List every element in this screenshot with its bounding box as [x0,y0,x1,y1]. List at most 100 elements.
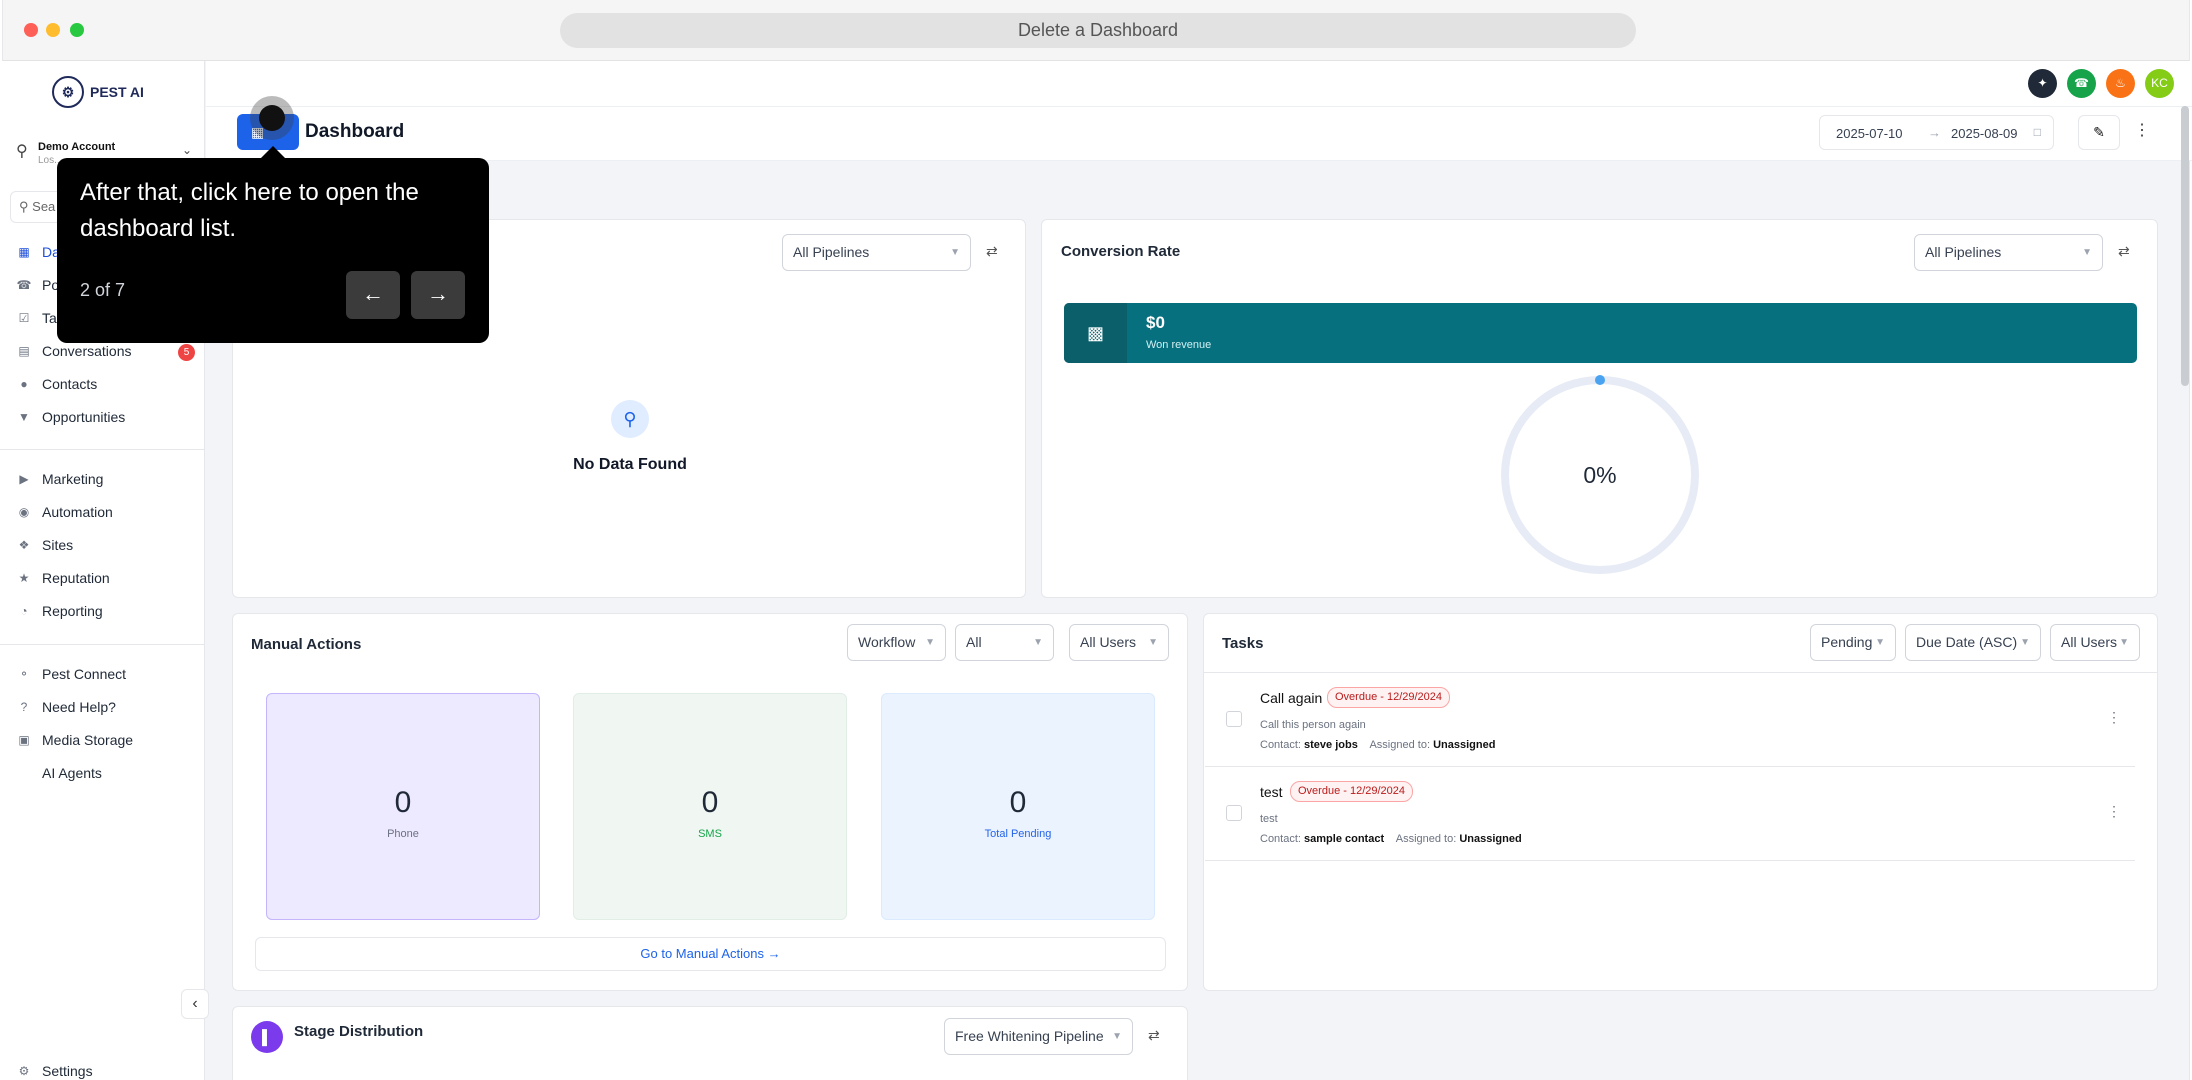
stat-label: SMS [698,828,722,840]
card-title: Stage Distribution [294,1023,424,1040]
select-value: Workflow [858,634,916,650]
task-row[interactable]: Call again Overdue - 12/29/2024 Call thi… [1205,673,2135,767]
tooltip-next-button[interactable]: → [411,271,465,319]
sidebar-item-settings[interactable]: ⚙ Settings [16,1063,93,1079]
user-avatar[interactable]: KC [2145,69,2174,98]
task-more-icon[interactable]: ⋮ [2107,803,2121,820]
conversion-pipeline-select[interactable]: All Pipelines ▼ [1914,234,2103,271]
sidebar-item-reputation[interactable]: ★ Reputation [16,570,110,586]
total-pending-stat-box[interactable]: 0 Total Pending [881,693,1155,920]
sidebar-item-label: Automation [42,504,113,520]
contact-label: Contact: [1260,739,1301,751]
page-scrollbar[interactable] [2181,106,2189,386]
users-select[interactable]: All Users ▼ [1069,624,1169,661]
title-bar: Delete a Dashboard [3,0,2189,61]
app-logo[interactable]: ⚙ PEST AI [52,76,144,108]
status-select[interactable]: All ▼ [955,624,1054,661]
date-range-picker[interactable]: 2025-07-10 → 2025-08-09 □ [1819,115,2054,150]
sms-stat-box[interactable]: 0 SMS [573,693,847,920]
select-value: All Users [2061,634,2118,650]
sidebar-item-sites[interactable]: ❖ Sites [16,537,74,553]
sidebar-item-opportunities[interactable]: ▼ Opportunities [16,409,125,425]
sidebar-item-tasks[interactable]: ☑ Ta [16,310,57,326]
filter-settings-icon[interactable]: ⇄ [2118,243,2130,260]
task-meta: Contact: steve jobs Assigned to: Unassig… [1260,739,1495,751]
stage-distribution-icon: ▌ [251,1021,283,1053]
filter-settings-icon[interactable]: ⇄ [986,243,998,260]
filter-settings-icon[interactable]: ⇄ [1148,1027,1160,1044]
pipeline-select[interactable]: All Pipelines ▼ [782,234,971,271]
go-to-manual-actions-link[interactable]: Go to Manual Actions → [255,937,1166,971]
donut-progress-dot [1595,375,1605,385]
overdue-badge: Overdue - 12/29/2024 [1290,781,1414,802]
sidebar-item-conversations[interactable]: ▤ Conversations [16,343,131,359]
wallet-icon: ▩ [1064,303,1127,363]
ai-agents-icon [16,765,32,781]
bell-icon[interactable]: ♨ [2106,69,2135,98]
chevron-down-icon: ▼ [1112,1031,1122,1042]
chevron-down-icon: ▼ [925,637,935,648]
overdue-badge: Overdue - 12/29/2024 [1327,687,1451,708]
collapse-sidebar-button[interactable]: ‹ [181,989,209,1019]
select-value: Due Date (ASC) [1916,634,2018,650]
close-window-button[interactable] [24,23,38,37]
star-icon: ★ [18,571,30,585]
task-sort-select[interactable]: Due Date (ASC) ▼ [1905,624,2041,661]
card-title: Tasks [1222,635,1264,652]
select-value: Free Whitening Pipeline [955,1028,1104,1044]
sidebar-item-label: AI Agents [42,765,102,781]
chevron-down-icon: ▼ [1148,637,1158,648]
location-pin-icon: ⚲ [16,143,28,160]
sidebar-item-pest-connect[interactable]: ⚬ Pest Connect [16,666,126,682]
card-title: Manual Actions [251,636,362,653]
stat-value: 0 [394,786,412,819]
sidebar-item-label: Opportunities [42,409,126,425]
sidebar-item-media-storage[interactable]: ▣ Media Storage [16,732,133,748]
stat-value: 0 [1009,786,1027,819]
more-options-icon[interactable]: ⋮ [2134,120,2150,140]
image-icon: ▣ [18,733,30,747]
workflow-select[interactable]: Workflow ▼ [847,624,946,661]
sidebar-item-marketing[interactable]: ▶ Marketing [16,471,103,487]
address-bar[interactable]: Delete a Dashboard [560,13,1636,48]
tooltip-prev-button[interactable]: ← [346,271,400,319]
stage-pipeline-select[interactable]: Free Whitening Pipeline ▼ [944,1018,1133,1055]
chevron-down-icon: ⌄ [181,143,192,157]
task-more-icon[interactable]: ⋮ [2107,709,2121,726]
sidebar-item-automation[interactable]: ◉ Automation [16,504,113,520]
sidebar-item-reporting[interactable]: ◔ Reporting [16,603,102,619]
maximize-window-button[interactable] [70,23,84,37]
arrow-right-icon: → [427,281,449,306]
task-icon: ☑ [18,311,30,325]
logo-text: PEST AI [90,84,144,100]
phone-stat-box[interactable]: 0 Phone [266,693,540,920]
task-users-select[interactable]: All Users ▼ [2050,624,2140,661]
stat-value: 0 [701,786,719,819]
chevron-down-icon: ▼ [2119,637,2129,648]
sidebar-item-need-help[interactable]: ? Need Help? [16,699,116,715]
chevron-down-icon: ▼ [2082,247,2092,258]
magic-wand-icon[interactable]: ✦ [2028,69,2057,98]
phone-call-icon[interactable]: ☎ [2067,69,2096,98]
help-icon: ? [20,700,28,714]
task-checkbox[interactable] [1226,805,1242,821]
sidebar-item-contacts[interactable]: ● Contacts [16,376,97,392]
minimize-window-button[interactable] [46,23,60,37]
task-row[interactable]: test Overdue - 12/29/2024 test Contact: … [1205,767,2135,861]
top-bar [206,61,2192,106]
edit-dashboard-button[interactable]: ✎ [2078,115,2120,150]
highlight-pulse-dot [259,105,285,131]
sidebar-item-label: Need Help? [42,699,116,715]
sidebar-item-phone[interactable]: ☎ Po [16,277,60,293]
sidebar-item-dashboard[interactable]: ▦ Da [16,244,60,260]
sidebar-divider [0,644,205,645]
search-placeholder: Sea [32,199,56,214]
sidebar-item-label: Ta [42,310,57,326]
conversations-count-badge: 5 [178,344,195,361]
task-checkbox[interactable] [1226,711,1242,727]
won-revenue-value: $0 [1146,313,1165,332]
select-value: All Pipelines [793,244,870,260]
task-title: Call again [1260,690,1323,706]
sidebar-item-ai-agents[interactable]: AI Agents [16,765,102,781]
task-status-select[interactable]: Pending ▼ [1810,624,1896,661]
